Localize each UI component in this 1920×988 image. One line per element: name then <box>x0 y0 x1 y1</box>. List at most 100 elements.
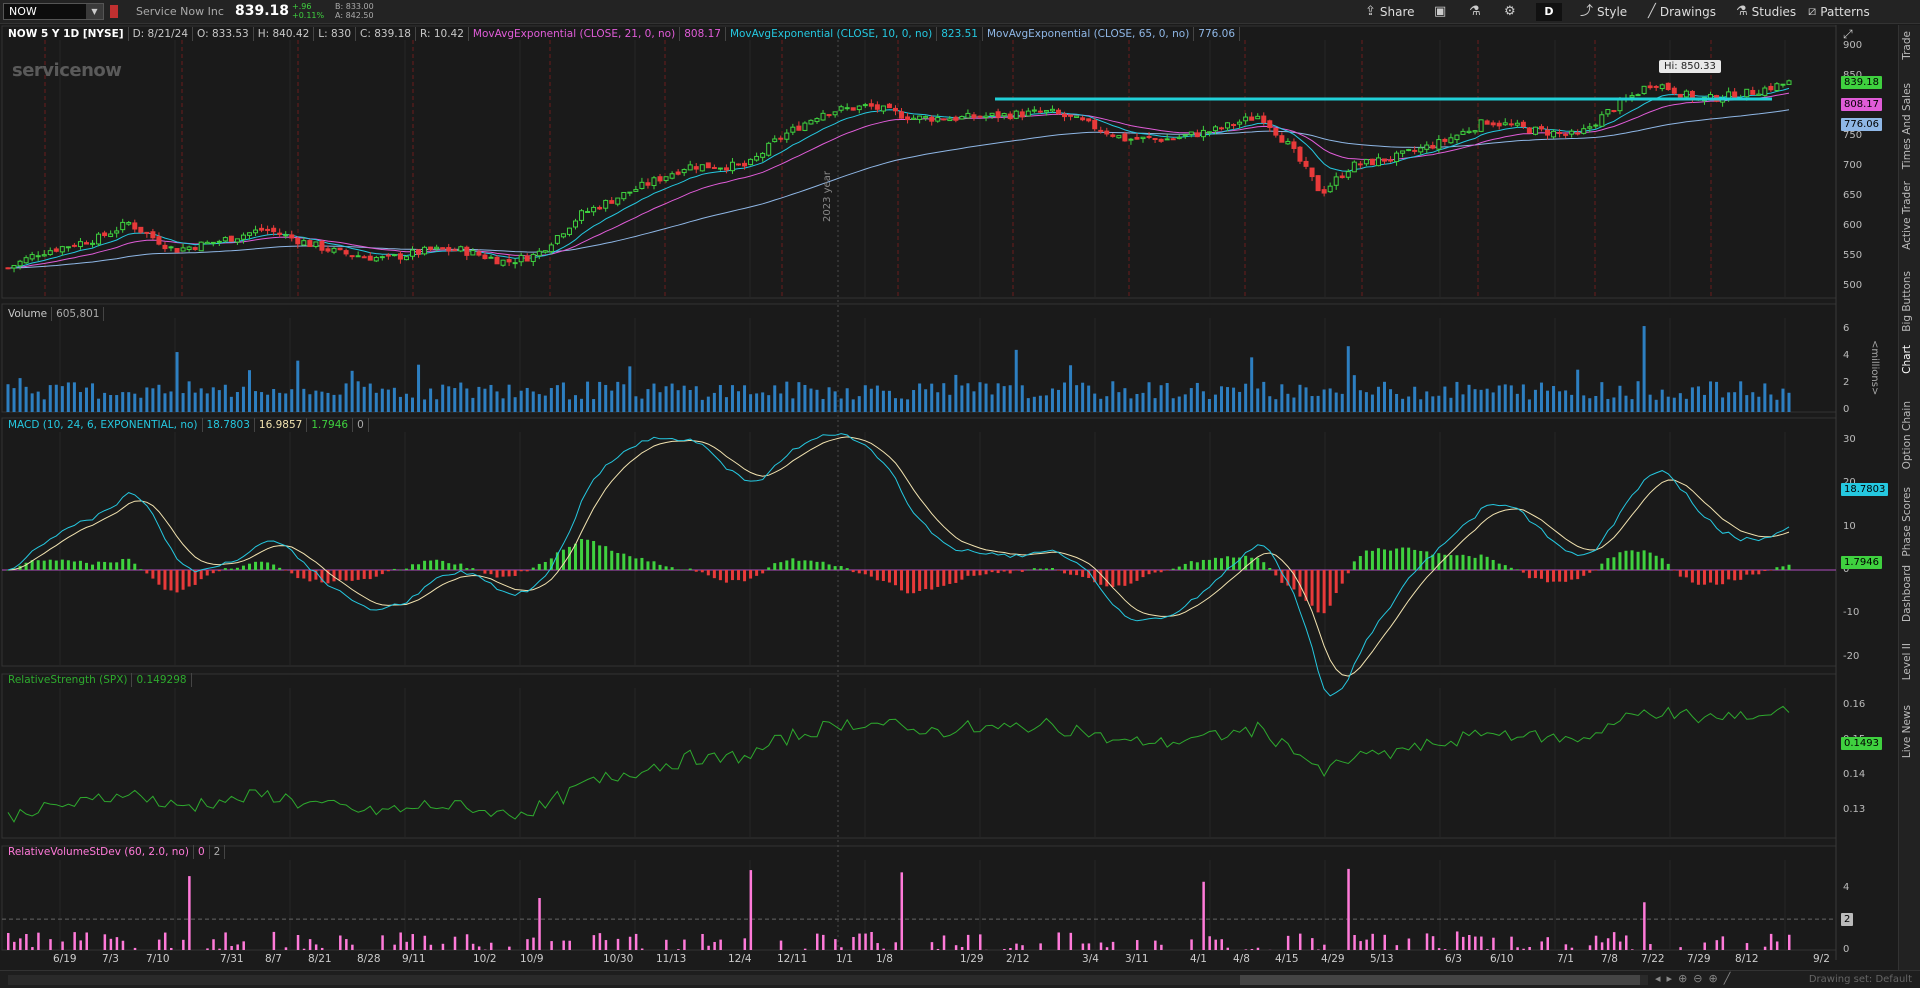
macd-hist-bar <box>60 559 64 570</box>
macd-hist-bar <box>1425 551 1429 570</box>
chart-canvas[interactable] <box>0 0 1920 988</box>
sidebar-tab-active-trader[interactable]: Active Trader <box>1901 181 1913 250</box>
sidebar-tab-option-chain[interactable]: Option Chain <box>1901 401 1913 469</box>
volume-bar <box>1564 390 1568 412</box>
draw-tool-icon[interactable]: ╱ <box>1724 972 1737 985</box>
macd-hist-bar <box>912 570 916 594</box>
ema65-label[interactable]: MovAvgExponential (CLOSE, 65, 0, no) <box>983 27 1195 41</box>
volume-bar <box>737 391 741 412</box>
candle-body <box>476 251 482 256</box>
rv-bar <box>320 947 324 950</box>
candle-body <box>1400 150 1406 154</box>
macd-hist-bar <box>1352 561 1356 570</box>
macd-hist-bar <box>1431 554 1435 570</box>
candle-body <box>361 256 367 259</box>
scroll-right-icon[interactable]: ▸ <box>1667 972 1679 985</box>
candle-body <box>542 250 548 253</box>
volume-bar <box>1129 398 1133 412</box>
rv-bar <box>25 934 28 950</box>
volume-bar <box>1056 389 1060 412</box>
candle-body <box>1134 136 1140 140</box>
rv-bar <box>37 932 40 950</box>
macd-hist-bar <box>368 570 372 580</box>
ema21-value: 808.17 <box>680 27 726 41</box>
ema21-label[interactable]: MovAvgExponential (CLOSE, 21, 0, no) <box>469 27 681 41</box>
candle-body <box>1019 111 1025 118</box>
candle-body <box>23 257 29 264</box>
rv-label[interactable]: RelativeVolumeStDev (60, 2.0, no) <box>4 845 194 859</box>
macd-hist-bar <box>1721 570 1725 585</box>
rv-bar <box>834 939 837 950</box>
sidebar-tab-trade[interactable]: Trade <box>1901 31 1913 60</box>
rv-axis-tick: 0 <box>1843 944 1850 955</box>
volume-bar <box>537 394 541 412</box>
sidebar-tab-phase-scores[interactable]: Phase Scores <box>1901 487 1913 557</box>
volume-bar <box>960 385 964 412</box>
rv-bar <box>1745 943 1749 950</box>
date-axis-label: 9/11 <box>402 953 426 965</box>
price-axis-tick: 500 <box>1843 280 1863 291</box>
candle-body <box>1677 93 1683 98</box>
rs-label[interactable]: RelativeStrength (SPX) <box>4 673 133 687</box>
candle-body <box>1025 110 1031 117</box>
drawing-set-label[interactable]: Drawing set: Default <box>1809 974 1912 985</box>
zoom-out-icon[interactable]: ⊖ <box>1693 972 1708 985</box>
macd-hist-bar <box>646 561 650 570</box>
candle-body <box>766 142 772 156</box>
zoom-in-icon[interactable]: ⊕ <box>1709 972 1724 985</box>
macd-hist-bar <box>525 570 529 572</box>
sidebar-tab-times-and-sales[interactable]: Times And Sales <box>1901 83 1913 169</box>
candle-body <box>47 250 53 256</box>
macd-hist-bar <box>1310 570 1314 606</box>
macd-hist-bar <box>1546 570 1550 583</box>
rv-bar <box>713 941 716 950</box>
sidebar-tab-live-news[interactable]: Live News <box>1901 705 1913 758</box>
sidebar-tab-chart[interactable]: Chart <box>1901 345 1913 374</box>
macd-hist-bar <box>1612 557 1616 570</box>
ema10-label[interactable]: MovAvgExponential (CLOSE, 10, 0, no) <box>726 27 938 41</box>
volume-bar <box>290 389 294 412</box>
rs-legend: RelativeStrength (SPX) 0.149298 <box>4 673 192 687</box>
candle-body <box>1647 85 1653 89</box>
volume-label[interactable]: Volume <box>4 307 53 321</box>
macd-hist-bar <box>749 570 753 579</box>
rv-bar <box>471 943 475 950</box>
candle-body <box>1013 110 1019 119</box>
ohlc-close: C: 839.18 <box>356 27 416 41</box>
macd-label[interactable]: MACD (10, 24, 6, EXPONENTIAL, no) <box>4 418 203 432</box>
volume-bar <box>489 384 493 412</box>
date-axis-label: 4/29 <box>1321 953 1345 965</box>
macd-hist-bar <box>350 570 354 581</box>
macd-hist-bar <box>1455 555 1459 570</box>
volume-bar <box>447 386 451 412</box>
rs-axis-tick: 0.14 <box>1843 769 1866 781</box>
candle-body <box>1641 85 1647 94</box>
sidebar-tab-big-buttons[interactable]: Big Buttons <box>1901 271 1913 332</box>
candle-body <box>742 162 748 167</box>
rv-v2: 2 <box>210 845 226 859</box>
volume-bar <box>1069 365 1073 412</box>
volume-bar <box>211 387 215 412</box>
macd-axis-tick: 10 <box>1843 520 1856 532</box>
candle-body <box>820 112 826 121</box>
candle-body <box>1315 175 1321 192</box>
crosshair-icon[interactable]: ⊕ <box>1678 972 1693 985</box>
scrollbar-thumb[interactable] <box>1240 975 1640 985</box>
volume-bar <box>724 397 728 412</box>
sidebar-tab-level-ii[interactable]: Level II <box>1901 643 1913 680</box>
macd-hist-bar <box>266 562 270 570</box>
macd-hist-bar <box>1135 570 1139 581</box>
volume-bar <box>767 395 771 412</box>
zoom-controls[interactable]: ◂▸⊕⊖⊕╱ <box>1655 972 1736 985</box>
rv-bar <box>1528 947 1531 950</box>
scroll-left-icon[interactable]: ◂ <box>1655 972 1667 985</box>
rv-bar <box>1775 941 1779 950</box>
candle-body <box>434 246 440 250</box>
sidebar-tab-dashboard[interactable]: Dashboard <box>1901 565 1913 622</box>
rv-bar <box>188 876 191 950</box>
macd-hist-bar <box>670 567 674 570</box>
candle-body <box>1086 118 1092 122</box>
volume-bar <box>851 399 855 412</box>
volume-axis-tick: 4 <box>1843 350 1850 362</box>
expand-icon[interactable]: ⤢ <box>1843 27 1853 42</box>
